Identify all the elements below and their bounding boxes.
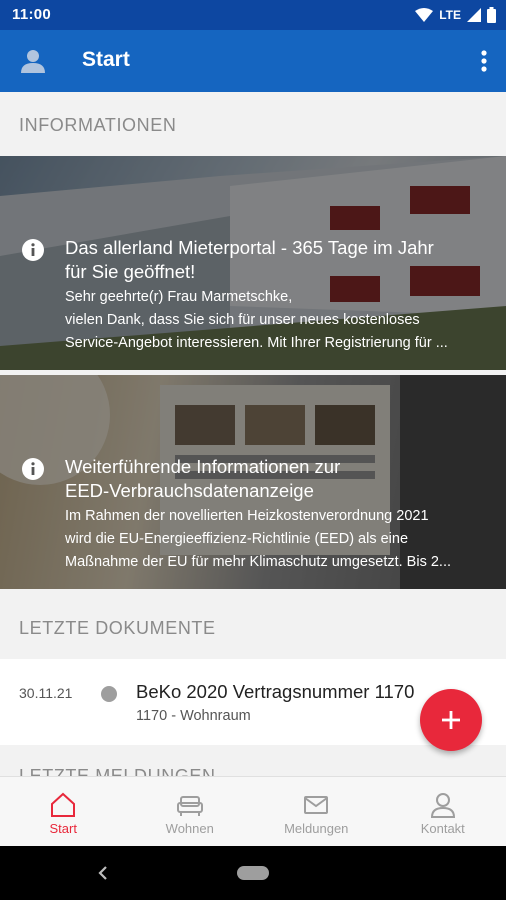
bottom-nav: Start Wohnen Meldungen Kontakt bbox=[0, 776, 506, 846]
home-icon bbox=[51, 792, 76, 817]
plus-icon bbox=[442, 711, 460, 729]
card-text-line: Maßnahme der EU für mehr Klimaschutz umg… bbox=[65, 554, 451, 570]
section-header-letzte-dokumente: LETZTE DOKUMENTE bbox=[19, 618, 216, 638]
card-title-line: für Sie geöffnet! bbox=[65, 261, 196, 282]
account-icon[interactable] bbox=[20, 48, 46, 74]
nav-item-wohnen[interactable]: Wohnen bbox=[127, 777, 254, 846]
info-icon bbox=[22, 239, 44, 261]
document-status-dot bbox=[101, 686, 117, 702]
nav-label: Start bbox=[49, 821, 77, 836]
add-button[interactable] bbox=[420, 689, 482, 751]
card-text-line: vielen Dank, dass Sie sich für unser neu… bbox=[65, 312, 420, 328]
nav-label: Kontakt bbox=[420, 821, 465, 836]
more-vert-icon[interactable] bbox=[480, 49, 488, 73]
document-title: BeKo 2020 Vertragsnummer 1170 bbox=[136, 681, 415, 702]
card-title-line: EED-Verbrauchsdatenanzeige bbox=[65, 480, 314, 501]
signal-icon bbox=[467, 8, 481, 22]
card-text: Im Rahmen der novellierten Heizkostenver… bbox=[65, 505, 490, 574]
back-icon[interactable] bbox=[96, 865, 110, 881]
system-nav-bar bbox=[0, 846, 506, 900]
battery-icon bbox=[487, 7, 496, 23]
info-card[interactable]: Weiterführende Informationen zur EED-Ver… bbox=[0, 375, 506, 589]
status-time: 11:00 bbox=[12, 6, 52, 23]
mail-icon bbox=[304, 796, 329, 814]
nav-item-start[interactable]: Start bbox=[0, 777, 127, 846]
card-text-line: wird die EU-Energieeffizienz-Richtlinie … bbox=[65, 531, 409, 547]
info-icon bbox=[22, 458, 44, 480]
card-text: Sehr geehrte(r) Frau Marmetschke, vielen… bbox=[65, 286, 490, 355]
status-bar: 11:00 LTE bbox=[0, 0, 506, 30]
section-header-letzte-meldungen: LETZTE MELDUNGEN bbox=[19, 766, 216, 776]
content-scroll[interactable]: INFORMATIONEN Das allerland Mieterportal… bbox=[0, 92, 506, 776]
network-type: LTE bbox=[439, 8, 461, 22]
nav-label: Meldungen bbox=[284, 821, 349, 836]
app-bar: Start bbox=[0, 30, 506, 92]
card-title: Weiterführende Informationen zur EED-Ver… bbox=[65, 455, 490, 503]
card-text-line: Sehr geehrte(r) Frau Marmetschke, bbox=[65, 289, 293, 305]
nav-label: Wohnen bbox=[165, 821, 214, 836]
nav-item-kontakt[interactable]: Kontakt bbox=[380, 777, 506, 846]
status-icons: LTE bbox=[415, 6, 496, 24]
wifi-icon bbox=[415, 8, 434, 22]
home-pill-button[interactable] bbox=[237, 866, 269, 880]
person-icon bbox=[430, 793, 455, 818]
sofa-icon bbox=[176, 796, 203, 816]
card-title-line: Das allerland Mieterportal - 365 Tage im… bbox=[65, 237, 434, 258]
card-title: Das allerland Mieterportal - 365 Tage im… bbox=[65, 236, 490, 284]
card-text-line: Im Rahmen der novellierten Heizkostenver… bbox=[65, 508, 429, 524]
section-header-informationen: INFORMATIONEN bbox=[19, 115, 177, 135]
card-title-line: Weiterführende Informationen zur bbox=[65, 456, 341, 477]
nav-item-meldungen[interactable]: Meldungen bbox=[253, 777, 380, 846]
page-title: Start bbox=[82, 48, 130, 71]
card-text-line: Service-Angebot interessieren. Mit Ihrer… bbox=[65, 335, 448, 351]
document-subtitle: 1170 - Wohnraum bbox=[136, 708, 251, 724]
document-date: 30.11.21 bbox=[19, 685, 73, 701]
info-card[interactable]: Das allerland Mieterportal - 365 Tage im… bbox=[0, 156, 506, 370]
